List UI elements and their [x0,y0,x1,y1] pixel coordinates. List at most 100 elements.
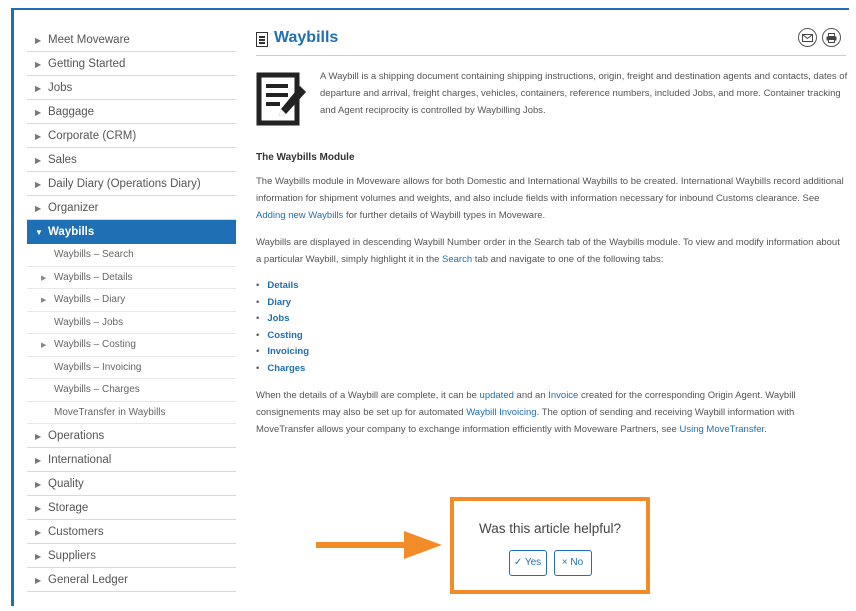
sidebar-nav: ▶ Meet Moveware ▶ Getting Started ▶ Jobs ▶ Bagg… [27,28,236,592]
caret-right-icon: ▶ [35,576,42,585]
sidebar-item-label: Waybills – Search [54,249,134,260]
caret-right-icon: ▶ [35,504,42,513]
sidebar-item-label: Waybills – Costing [54,339,136,350]
sidebar-item-waybills-costing[interactable]: ▶ Waybills – Costing [27,334,236,357]
p3-text-b: and an [513,390,549,401]
sidebar-item-daily-diary-operations-diary[interactable]: ▶ Daily Diary (Operations Diary) [27,172,236,196]
sidebar-item-label: Quality [48,478,84,490]
p1-text-a: The Waybills module in Moveware allows f… [256,176,844,204]
caret-right-icon: ▶ [35,36,42,45]
sidebar-item-label: Meet Moveware [48,34,130,46]
sidebar-item-sales[interactable]: ▶ Sales [27,148,236,172]
intro-text: A Waybill is a shipping document contain… [320,71,848,116]
tabs-list: Details Diary Jobs Costing Invoicing Cha… [256,278,846,377]
sidebar-item-baggage[interactable]: ▶ Baggage [27,100,236,124]
using-movetransfer-link[interactable]: Using MoveTransfer [679,424,764,435]
caret-right-icon: ▶ [35,180,42,189]
caret-right-icon: ▶ [35,156,42,165]
sidebar-item-organizer[interactable]: ▶ Organizer [27,196,236,220]
caret-right-icon: ▶ [35,84,42,93]
p3-text-e: . [764,424,767,435]
feedback-buttons: ✓ Yes × No [454,550,646,576]
tab-link-jobs[interactable]: Jobs [256,311,846,328]
caret-right-icon: ▶ [35,60,42,69]
caret-right-icon: ▶ [41,274,47,282]
sidebar-item-waybills-details[interactable]: ▶ Waybills – Details [27,267,236,289]
tab-link-costing[interactable]: Costing [256,328,846,345]
sidebar-item-waybills-jobs[interactable]: Waybills – Jobs [27,312,236,334]
sidebar-item-customers[interactable]: ▶ Customers [27,520,236,544]
caret-right-icon: ▶ [35,132,42,141]
sidebar-item-waybills-invoicing[interactable]: Waybills – Invoicing [27,357,236,379]
caret-right-icon: ▶ [35,552,42,561]
intro-section: A Waybill is a shipping document contain… [256,68,848,144]
sidebar-item-label: Suppliers [48,550,96,562]
tab-link-diary[interactable]: Diary [256,295,846,312]
caret-right-icon: ▶ [41,297,47,304]
feedback-question: Was this article helpful? [478,521,622,536]
caret-right-icon: ▶ [41,342,47,349]
sidebar-item-quality[interactable]: ▶ Quality [27,472,236,496]
sidebar-item-movetransfer-in-waybills[interactable]: MoveTransfer in Waybills [27,402,236,424]
tab-link-charges[interactable]: Charges [256,361,846,378]
waybill-document-icon [256,72,306,126]
invoice-link[interactable]: Invoice [548,390,578,401]
article-main: Waybills A Waybill is a shipping documen… [256,28,848,438]
sidebar-item-label: Waybills [48,226,95,238]
feedback-box: Was this article helpful? ✓ Yes × No [450,497,650,594]
no-button[interactable]: × No [553,550,592,576]
sidebar-item-label: Daily Diary (Operations Diary) [48,178,201,190]
sidebar-item-waybills-search[interactable]: Waybills – Search [27,244,236,267]
sidebar-item-label: Baggage [48,106,95,118]
sidebar-item-label: Getting Started [48,58,126,70]
yes-button[interactable]: ✓ Yes [508,550,547,576]
search-link[interactable]: Search [442,254,472,265]
sidebar-item-label: Waybills – Charges [54,384,140,395]
p1-text-b: for further details of Waybill types in … [343,210,546,221]
sidebar-item-waybills[interactable]: ▼ Waybills [27,220,236,244]
tab-link-details[interactable]: Details [256,278,846,295]
document-icon [256,32,268,47]
sidebar-item-label: International [48,454,112,466]
p2-text-b: tab and navigate to one of the following… [472,254,664,265]
print-icon[interactable] [822,28,841,47]
sidebar-item-label: Waybills – Details [54,271,133,283]
sidebar-item-operations[interactable]: ▶ Operations [27,424,236,448]
module-paragraph-1: The Waybills module in Moveware allows f… [256,173,846,224]
module-paragraph-3: When the details of a Waybill are comple… [256,387,846,438]
module-heading: The Waybills Module [256,152,355,163]
sidebar-item-jobs[interactable]: ▶ Jobs [27,76,236,100]
caret-right-icon: ▶ [35,528,42,537]
sidebar-item-getting-started[interactable]: ▶ Getting Started [27,52,236,76]
caret-right-icon: ▶ [35,456,42,465]
sidebar-item-general-ledger[interactable]: ▶ General Ledger [27,568,236,592]
sidebar-item-label: Organizer [48,202,99,214]
page-title: Waybills [274,29,339,46]
sidebar-item-international[interactable]: ▶ International [27,448,236,472]
waybill-invoicing-link[interactable]: Waybill Invoicing [466,407,536,418]
module-paragraph-2: Waybills are displayed in descending Way… [256,234,846,268]
sidebar-item-corporate-crm[interactable]: ▶ Corporate (CRM) [27,124,236,148]
caret-right-icon: ▶ [35,204,42,213]
updated-link[interactable]: updated [480,390,514,401]
sidebar-item-label: Waybills – Invoicing [54,361,142,373]
sidebar-item-label: Operations [48,430,105,442]
adding-new-waybills-link[interactable]: Adding new Waybills [256,210,343,221]
sidebar-item-waybills-diary[interactable]: ▶ Waybills – Diary [27,289,236,312]
title-divider [256,55,846,56]
sidebar-item-label: Waybills – Diary [54,294,126,305]
sidebar-item-meet-moveware[interactable]: ▶ Meet Moveware [27,28,236,52]
tab-link-invoicing[interactable]: Invoicing [256,344,846,361]
title-row: Waybills [256,28,846,56]
sidebar-item-label: Jobs [48,82,73,94]
sidebar-item-label: Customers [48,526,104,538]
caret-right-icon: ▶ [35,108,42,117]
sidebar-item-waybills-charges[interactable]: Waybills – Charges [27,379,236,402]
sidebar-item-label: Storage [48,502,89,514]
sidebar-item-storage[interactable]: ▶ Storage [27,496,236,520]
sidebar-item-suppliers[interactable]: ▶ Suppliers [27,544,236,568]
caret-right-icon: ▶ [35,432,42,441]
caret-right-icon: ▶ [35,480,42,489]
email-icon[interactable] [798,28,817,47]
p3-text-a: When the details of a Waybill are comple… [256,390,480,401]
